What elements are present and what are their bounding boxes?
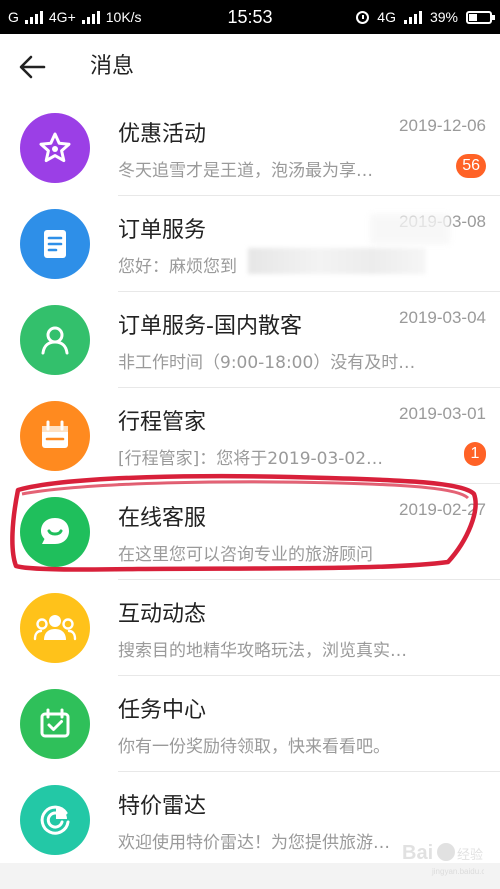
network-right-label: 4G (377, 9, 396, 25)
unread-badge: 56 (456, 154, 486, 178)
back-arrow-icon (19, 55, 46, 79)
redacted-area (370, 214, 450, 244)
page-title: 消息 (90, 54, 135, 79)
message-title: 互动动态 (118, 602, 207, 627)
svg-text:经验: 经验 (457, 847, 483, 863)
redacted-area (248, 248, 426, 274)
message-preview: 在这里您可以咨询专业的旅游顾问 (118, 545, 373, 565)
svg-text:jingyan.baidu.com: jingyan.baidu.com (431, 867, 484, 876)
message-title: 任务中心 (118, 698, 207, 723)
message-title: 行程管家 (118, 410, 207, 435)
message-title: 特价雷达 (118, 794, 207, 819)
signal-icon-3 (403, 10, 422, 24)
message-title: 在线客服 (118, 506, 207, 531)
message-row-order-service[interactable]: 订单服务 2019-03-08 您好：麻烦您到 (0, 196, 500, 292)
unread-badge: 1 (464, 442, 486, 466)
task-check-icon (20, 689, 90, 759)
message-date: 2019-12-06 (399, 116, 486, 135)
message-row-task-center[interactable]: 任务中心 你有一份奖励待领取，快来看看吧。 (0, 676, 500, 772)
battery-icon (466, 10, 495, 24)
message-date: 2019-03-01 (399, 404, 486, 423)
watermark-logo: Bai 经验 jingyan.baidu.com (402, 837, 497, 877)
star-icon (20, 113, 90, 183)
message-row-online-support[interactable]: 在线客服 2019-02-27 在这里您可以咨询专业的旅游顾问 (0, 484, 500, 580)
calendar-icon (20, 401, 90, 471)
battery-percent: 39% (429, 9, 458, 25)
chat-bubble-icon (20, 497, 90, 567)
svg-text:Bai: Bai (402, 842, 433, 864)
message-preview: 你有一份奖励待领取，快来看看吧。 (118, 737, 390, 757)
message-title: 订单服务 (118, 218, 207, 243)
message-date: 2019-03-04 (399, 308, 486, 327)
app-header: 消息 (0, 34, 500, 100)
message-preview: 冬天追雪才是王道，泡汤最为享… (118, 161, 373, 181)
message-title: 订单服务-国内散客 (118, 314, 302, 339)
message-row-order-service-domestic[interactable]: 订单服务-国内散客 2019-03-04 非工作时间（9:00-18:00）没有… (0, 292, 500, 388)
message-list: 优惠活动 2019-12-06 冬天追雪才是王道，泡汤最为享… 56 订单服务 … (0, 100, 500, 868)
message-preview: 欢迎使用特价雷达！为您提供旅游… (118, 833, 390, 853)
message-title: 优惠活动 (118, 122, 207, 147)
message-preview: 您好：麻烦您到 (118, 257, 237, 277)
radar-icon (20, 785, 90, 855)
message-row-promotions[interactable]: 优惠活动 2019-12-06 冬天追雪才是王道，泡汤最为享… 56 (0, 100, 500, 196)
document-icon (20, 209, 90, 279)
status-bar: G 4G+ 10K/s 15:53 4G 39% (0, 0, 500, 34)
message-preview: [行程管家]：您将于2019-03-02… (118, 449, 384, 469)
alarm-icon (356, 10, 370, 24)
message-preview: 搜索目的地精华攻略玩法，浏览真实… (118, 641, 407, 661)
message-preview: 非工作时间（9:00-18:00）没有及时… (118, 353, 416, 373)
group-icon (20, 593, 90, 663)
message-row-trip-manager[interactable]: 行程管家 2019-03-01 [行程管家]：您将于2019-03-02… 1 (0, 388, 500, 484)
person-icon (20, 305, 90, 375)
back-button[interactable] (14, 48, 54, 86)
status-right: 4G 39% (356, 0, 495, 34)
message-date: 2019-02-27 (399, 500, 486, 519)
message-row-interactions[interactable]: 互动动态 搜索目的地精华攻略玩法，浏览真实… (0, 580, 500, 676)
